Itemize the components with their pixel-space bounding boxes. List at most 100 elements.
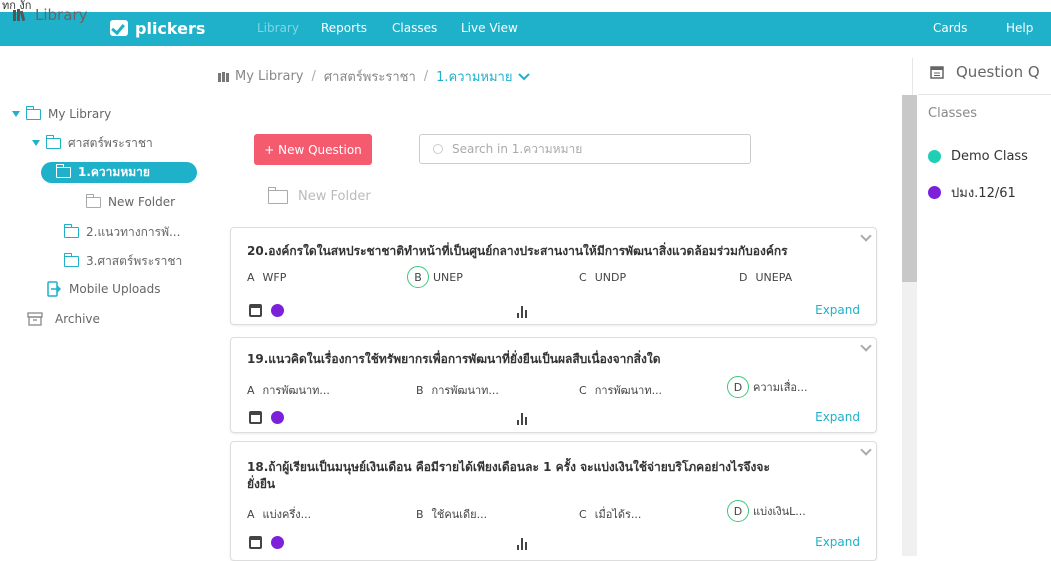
sidebar-item-new-folder[interactable]: New Folder <box>85 192 176 212</box>
top-navbar: plickers Library Reports Classes Live Vi… <box>0 12 1051 46</box>
panel-divider <box>912 58 913 95</box>
breadcrumb-parent[interactable]: ศาสตร์พระราชา <box>324 66 416 87</box>
sidebar-item-archive[interactable]: Archive <box>27 309 100 329</box>
option-text: เมื่อได้ร... <box>594 508 642 521</box>
expand-link[interactable]: Expand <box>815 410 860 424</box>
nav-reports[interactable]: Reports <box>321 21 367 35</box>
nav-live-view[interactable]: Live View <box>461 21 518 35</box>
calendar-icon[interactable] <box>249 304 262 317</box>
new-folder-icon <box>85 193 101 208</box>
new-folder-label: New Folder <box>298 189 371 204</box>
option-letter: C <box>579 507 587 521</box>
class-name: Demo Class <box>951 149 1028 164</box>
nav-library[interactable]: Library <box>257 21 299 35</box>
breadcrumb-separator: / <box>423 69 429 84</box>
calendar-icon[interactable] <box>249 536 262 549</box>
option-letter: A <box>247 383 255 397</box>
answer-option: D UNEPA <box>739 271 792 284</box>
option-letter: A <box>247 507 255 521</box>
library-icon <box>218 71 229 82</box>
answer-option: B การพัฒนาท... <box>416 381 499 399</box>
library-icon <box>13 9 26 22</box>
option-text: UNEP <box>433 270 463 284</box>
chevron-down-icon[interactable] <box>860 444 872 456</box>
class-name: ปมง.12/61 <box>951 186 1016 201</box>
mobile-upload-icon <box>47 281 61 297</box>
expand-link[interactable]: Expand <box>815 303 860 317</box>
question-card[interactable]: 19.แนวคิดในเรื่องการใช้ทรัพยากรเพื่อการพ… <box>230 337 877 433</box>
class-dot <box>271 536 284 549</box>
report-bars-icon[interactable] <box>517 538 529 550</box>
top-strip: ทก งัก <box>0 0 1051 12</box>
search-icon <box>433 144 443 154</box>
option-letter: C <box>579 271 587 284</box>
question-text: 20.องค์กรใดในสหประชาชาติทำหน้าที่เป็นศูน… <box>247 244 788 258</box>
report-bars-icon[interactable] <box>517 306 529 318</box>
question-queue-title-label: Question Q <box>956 63 1040 81</box>
answer-option: C เมื่อได้ร... <box>579 505 641 523</box>
breadcrumb: My Library / ศาสตร์พระราชา / 1.ความหมาย <box>217 66 531 87</box>
breadcrumb-current: 1.ความหมาย <box>436 70 513 85</box>
option-text: การพัฒนาท... <box>262 384 330 397</box>
class-item-demo[interactable]: Demo Class <box>928 149 1028 164</box>
sidebar-item-selected-folder[interactable]: 1.ความหมาย <box>41 162 197 183</box>
logo-text: plickers <box>135 18 206 38</box>
answer-option: C UNDP <box>579 271 626 284</box>
question-card[interactable]: 20.องค์กรใดในสหประชาชาติทำหน้าที่เป็นศูน… <box>230 227 877 325</box>
expand-link[interactable]: Expand <box>815 535 860 549</box>
answer-option: C การพัฒนาท... <box>579 381 662 399</box>
scrollbar-thumb[interactable] <box>902 95 917 282</box>
option-letter: B <box>416 507 424 521</box>
option-text: การพัฒนาท... <box>431 384 499 397</box>
sidebar-item-label: 1.ความหมาย <box>78 165 150 179</box>
search-input[interactable]: Search in 1.ความหมาย <box>419 134 751 164</box>
class-dot <box>271 411 284 424</box>
folder-icon <box>25 105 41 120</box>
plickers-logo[interactable]: plickers <box>110 16 205 40</box>
expand-triangle-icon[interactable] <box>12 111 20 117</box>
correct-answer-ring: D <box>727 500 749 522</box>
question-card[interactable]: 18.ถ้าผู้เรียนเป็นมนุษย์เงินเดือน คือมีร… <box>230 441 877 561</box>
sidebar-item-label: My Library <box>48 107 112 121</box>
sidebar-item-sastra[interactable]: ศาสตร์พระราชา <box>32 133 153 153</box>
option-text: UNDP <box>594 271 627 284</box>
nav-help[interactable]: Help <box>1006 21 1033 35</box>
sidebar-item-label: 3.ศาสตร์พระราชา <box>86 253 183 268</box>
class-item-pmng[interactable]: ปมง.12/61 <box>928 182 1016 203</box>
calendar-icon[interactable] <box>249 411 262 424</box>
option-text: แบ่งครึ่ง... <box>262 508 312 521</box>
sidebar-item-folder-3[interactable]: 3.ศาสตร์พระราชา <box>63 251 183 271</box>
breadcrumb-root[interactable]: My Library <box>235 69 304 84</box>
archive-icon <box>27 312 43 326</box>
search-placeholder: Search in 1.ความหมาย <box>452 141 583 156</box>
option-text: ความเสื่อ... <box>753 381 808 394</box>
answer-option: A การพัฒนาท... <box>247 381 330 399</box>
report-bars-icon[interactable] <box>517 413 529 425</box>
answer-option: A แบ่งครึ่ง... <box>247 505 311 523</box>
class-dot <box>271 304 284 317</box>
answer-option: B ใช้คนเดีย... <box>416 505 487 523</box>
nav-classes[interactable]: Classes <box>392 21 437 35</box>
option-text: UNEPA <box>755 271 793 284</box>
sidebar-title: Library <box>12 6 87 24</box>
new-folder-button[interactable]: New Folder <box>267 186 371 204</box>
sidebar-item-folder-2[interactable]: 2.แนวทางการพั... <box>63 222 181 242</box>
sidebar-item-my-library[interactable]: My Library <box>12 104 111 124</box>
sidebar-item-label: ศาสตร์พระราชา <box>68 135 153 150</box>
plickers-logo-icon <box>110 20 128 36</box>
nav-cards[interactable]: Cards <box>933 21 967 35</box>
chevron-down-icon[interactable] <box>518 72 531 82</box>
sidebar-item-mobile-uploads[interactable]: Mobile Uploads <box>47 279 160 299</box>
breadcrumb-separator: / <box>311 69 316 84</box>
sidebar-item-label: New Folder <box>108 195 176 209</box>
expand-triangle-icon[interactable] <box>32 140 40 146</box>
correct-answer-ring: B <box>407 266 429 288</box>
new-question-button[interactable]: + New Question <box>254 134 372 165</box>
option-text: การพัฒนาท... <box>594 384 663 397</box>
option-text: WFP <box>262 271 287 284</box>
chevron-down-icon[interactable] <box>860 230 872 242</box>
sidebar-item-label: 2.แนวทางการพั... <box>86 224 181 239</box>
answer-option: A WFP <box>247 271 286 284</box>
class-color-dot <box>928 150 941 163</box>
correct-answer-ring: D <box>727 376 749 398</box>
